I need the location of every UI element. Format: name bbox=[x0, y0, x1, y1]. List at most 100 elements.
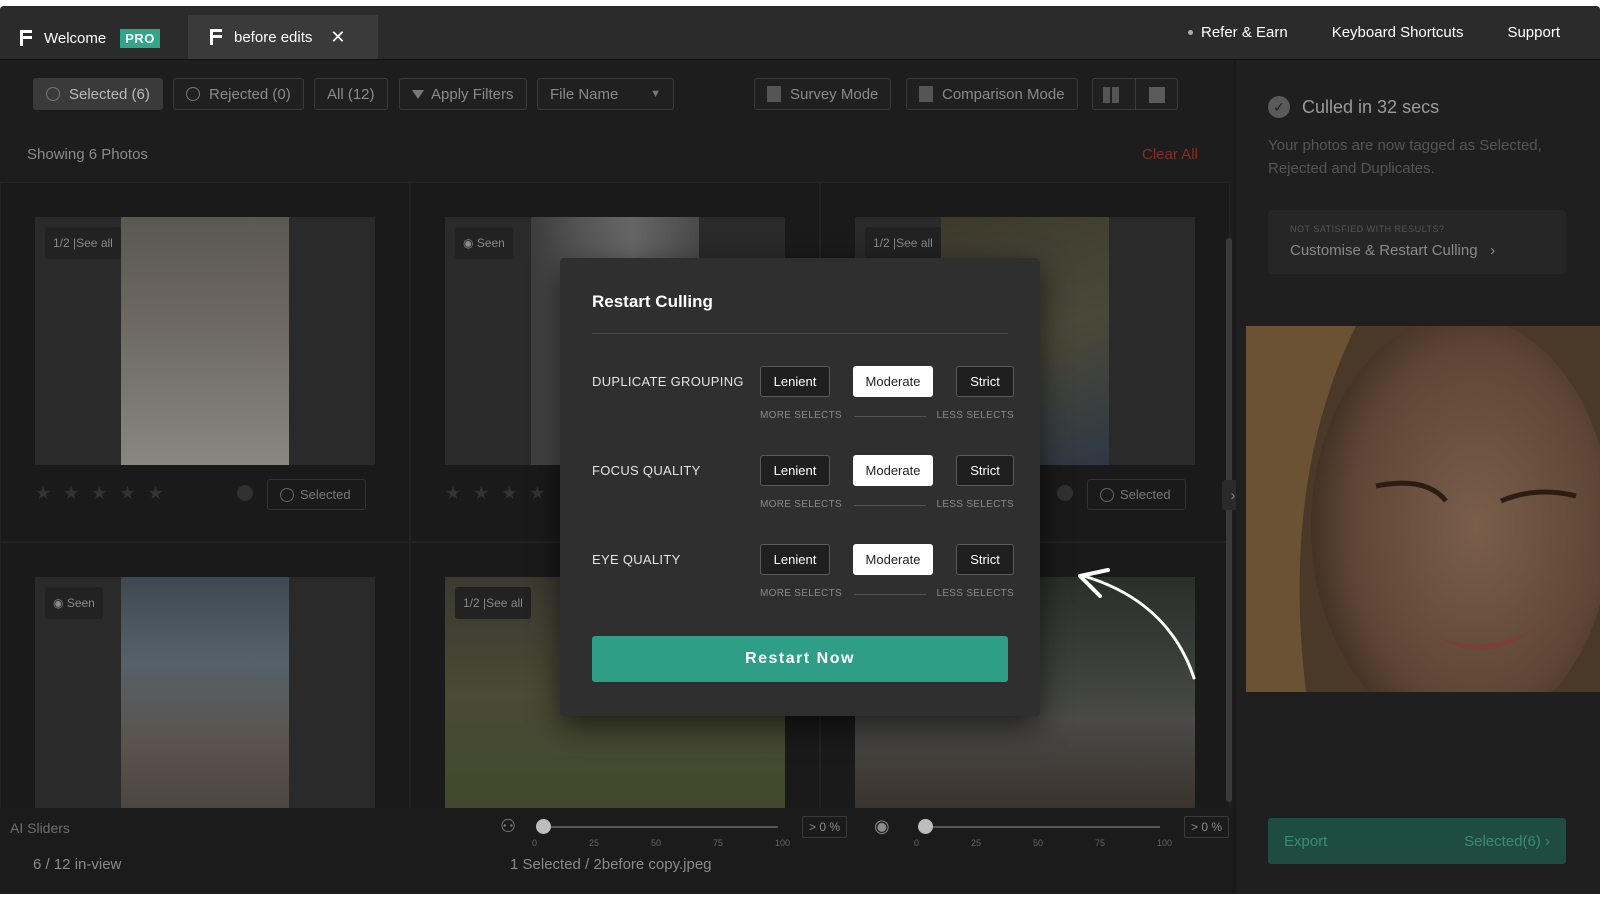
keyboard-shortcuts-link[interactable]: Keyboard Shortcuts bbox=[1332, 24, 1464, 41]
chevron-down-icon: ▼ bbox=[650, 88, 661, 100]
filter-all-button[interactable]: All (12) bbox=[314, 78, 388, 110]
tab-before-edits[interactable]: before edits ✕ bbox=[188, 15, 378, 59]
photo-card[interactable]: 1/2 |See all ★★★★★ Selected bbox=[0, 182, 410, 542]
lenient-option[interactable]: Lenient bbox=[760, 544, 830, 575]
tick-label: 100 bbox=[1156, 838, 1172, 848]
eye-quality-label: EYE QUALITY bbox=[592, 552, 681, 567]
filter-selected-button[interactable]: Selected (6) bbox=[33, 78, 163, 110]
app-window: Welcome PRO before edits ✕ Refer & Earn … bbox=[0, 6, 1600, 894]
eye-icon: ◉ bbox=[874, 816, 890, 836]
subject-slider[interactable]: 0 25 50 75 100 bbox=[530, 816, 790, 848]
selects-scale: MORE SELECTS LESS SELECTS bbox=[760, 410, 1014, 422]
restart-now-button[interactable]: Restart Now bbox=[592, 636, 1008, 682]
eye-quality-row: EYE QUALITY Lenient Moderate Strict MORE… bbox=[592, 544, 1022, 614]
check-circle-icon bbox=[46, 87, 60, 101]
customise-restart-box[interactable]: NOT SATISFIED WITH RESULTS? Customise & … bbox=[1268, 210, 1566, 274]
single-view-icon[interactable] bbox=[1149, 87, 1165, 103]
selects-scale: MORE SELECTS LESS SELECTS bbox=[760, 588, 1014, 600]
x-circle-icon bbox=[186, 87, 200, 101]
group-badge[interactable]: 1/2 |See all bbox=[455, 587, 531, 619]
selected-toggle[interactable]: Selected bbox=[1087, 479, 1186, 510]
slider-track bbox=[924, 826, 1160, 828]
clear-all-link[interactable]: Clear All bbox=[1142, 146, 1198, 163]
duplicate-grouping-row: DUPLICATE GROUPING Lenient Moderate Stri… bbox=[592, 366, 1022, 436]
chevron-right-icon: › bbox=[1540, 832, 1550, 850]
less-selects-label: LESS SELECTS bbox=[936, 410, 1014, 421]
scale-line bbox=[854, 594, 926, 595]
slider-ticks: 0 25 50 75 100 bbox=[530, 838, 790, 848]
chevron-right-icon: › bbox=[1481, 242, 1496, 259]
lenient-option[interactable]: Lenient bbox=[760, 366, 830, 397]
apply-filters-label: Apply Filters bbox=[431, 85, 514, 103]
ai-sliders-bar: AI Sliders ⚇ 0 25 50 75 100 > 0 % ◉ 0 25… bbox=[0, 808, 1234, 894]
survey-mode-button[interactable]: Survey Mode bbox=[754, 78, 892, 110]
view-toggle bbox=[1092, 78, 1178, 110]
sort-select[interactable]: File Name ▼ bbox=[537, 78, 674, 110]
tick-label: 75 bbox=[1094, 838, 1105, 848]
scale-line bbox=[854, 505, 926, 506]
eye-slider[interactable]: 0 25 50 75 100 bbox=[912, 816, 1172, 848]
app-logo-icon bbox=[20, 30, 34, 46]
grid-view-icon[interactable] bbox=[1103, 87, 1119, 103]
moderate-option[interactable]: Moderate bbox=[853, 544, 933, 575]
strict-option[interactable]: Strict bbox=[956, 544, 1014, 575]
results-panel: ✓ Culled in 32 secs Your photos are now … bbox=[1236, 60, 1600, 894]
photo-image bbox=[121, 577, 289, 813]
eye-threshold[interactable]: > 0 % bbox=[1184, 816, 1230, 838]
view-toggle-divider bbox=[1135, 79, 1136, 109]
pro-badge: PRO bbox=[120, 28, 160, 48]
moderate-option[interactable]: Moderate bbox=[853, 455, 933, 486]
tab-welcome[interactable]: Welcome PRO bbox=[20, 16, 160, 60]
sort-select-value: File Name bbox=[550, 85, 619, 103]
dialog-title: Restart Culling bbox=[592, 292, 713, 311]
restart-culling-dialog: Restart Culling DUPLICATE GROUPING Lenie… bbox=[560, 258, 1040, 716]
export-button[interactable]: Export Selected(6) › bbox=[1268, 818, 1566, 864]
seen-badge: ◉ Seen bbox=[455, 227, 513, 259]
color-label-icon[interactable] bbox=[1057, 485, 1073, 501]
filter-rejected-button[interactable]: Rejected (0) bbox=[173, 78, 304, 110]
tick-label: 0 bbox=[914, 838, 920, 848]
refer-earn-link[interactable]: Refer & Earn bbox=[1201, 24, 1288, 41]
showing-count: Showing 6 Photos bbox=[27, 146, 148, 163]
customise-restart-link[interactable]: Customise & Restart Culling › bbox=[1290, 242, 1495, 259]
customise-restart-label: Customise & Restart Culling bbox=[1290, 242, 1478, 259]
photo-card[interactable]: ◉ Seen bbox=[0, 542, 410, 813]
tick-label: 0 bbox=[532, 838, 538, 848]
slider-handle[interactable] bbox=[536, 819, 551, 834]
moderate-option[interactable]: Moderate bbox=[853, 366, 933, 397]
check-circle-icon bbox=[1100, 487, 1114, 502]
more-selects-label: MORE SELECTS bbox=[760, 499, 842, 510]
annotation-arrow-icon bbox=[1078, 568, 1196, 680]
selected-toggle[interactable]: Selected bbox=[267, 479, 366, 510]
less-selects-label: LESS SELECTS bbox=[936, 588, 1014, 599]
slider-ticks: 0 25 50 75 100 bbox=[912, 838, 1172, 848]
filter-rejected-label: Rejected (0) bbox=[209, 85, 291, 103]
group-badge[interactable]: 1/2 |See all bbox=[865, 227, 941, 259]
results-title-text: Culled in 32 secs bbox=[1302, 96, 1440, 117]
group-badge[interactable]: 1/2 |See all bbox=[45, 227, 121, 259]
slider-handle[interactable] bbox=[918, 819, 933, 834]
comparison-mode-icon bbox=[919, 86, 933, 102]
tick-label: 50 bbox=[650, 838, 661, 848]
seen-label: Seen bbox=[476, 236, 505, 250]
rating-stars[interactable]: ★★★★★ bbox=[35, 483, 176, 504]
filter-all-label: All (12) bbox=[327, 85, 375, 103]
tick-label: 75 bbox=[712, 838, 723, 848]
apply-filters-button[interactable]: Apply Filters bbox=[399, 78, 527, 110]
filter-selected-label: Selected (6) bbox=[69, 85, 150, 103]
lenient-option[interactable]: Lenient bbox=[760, 455, 830, 486]
eye-icon: ◉ bbox=[53, 596, 67, 610]
check-circle-icon: ✓ bbox=[1268, 96, 1290, 118]
close-icon[interactable]: ✕ bbox=[330, 27, 345, 48]
support-link[interactable]: Support bbox=[1507, 24, 1560, 41]
color-label-icon[interactable] bbox=[237, 485, 253, 501]
subject-threshold[interactable]: > 0 % bbox=[802, 816, 848, 838]
gallery-scrollbar[interactable] bbox=[1226, 238, 1232, 802]
results-title: ✓ Culled in 32 secs bbox=[1268, 96, 1439, 118]
comparison-mode-button[interactable]: Comparison Mode bbox=[906, 78, 1078, 110]
check-circle-icon bbox=[280, 487, 294, 502]
strict-option[interactable]: Strict bbox=[956, 366, 1014, 397]
rating-stars[interactable]: ★★★★ bbox=[445, 483, 558, 504]
strict-option[interactable]: Strict bbox=[956, 455, 1014, 486]
focus-quality-label: FOCUS QUALITY bbox=[592, 463, 701, 478]
